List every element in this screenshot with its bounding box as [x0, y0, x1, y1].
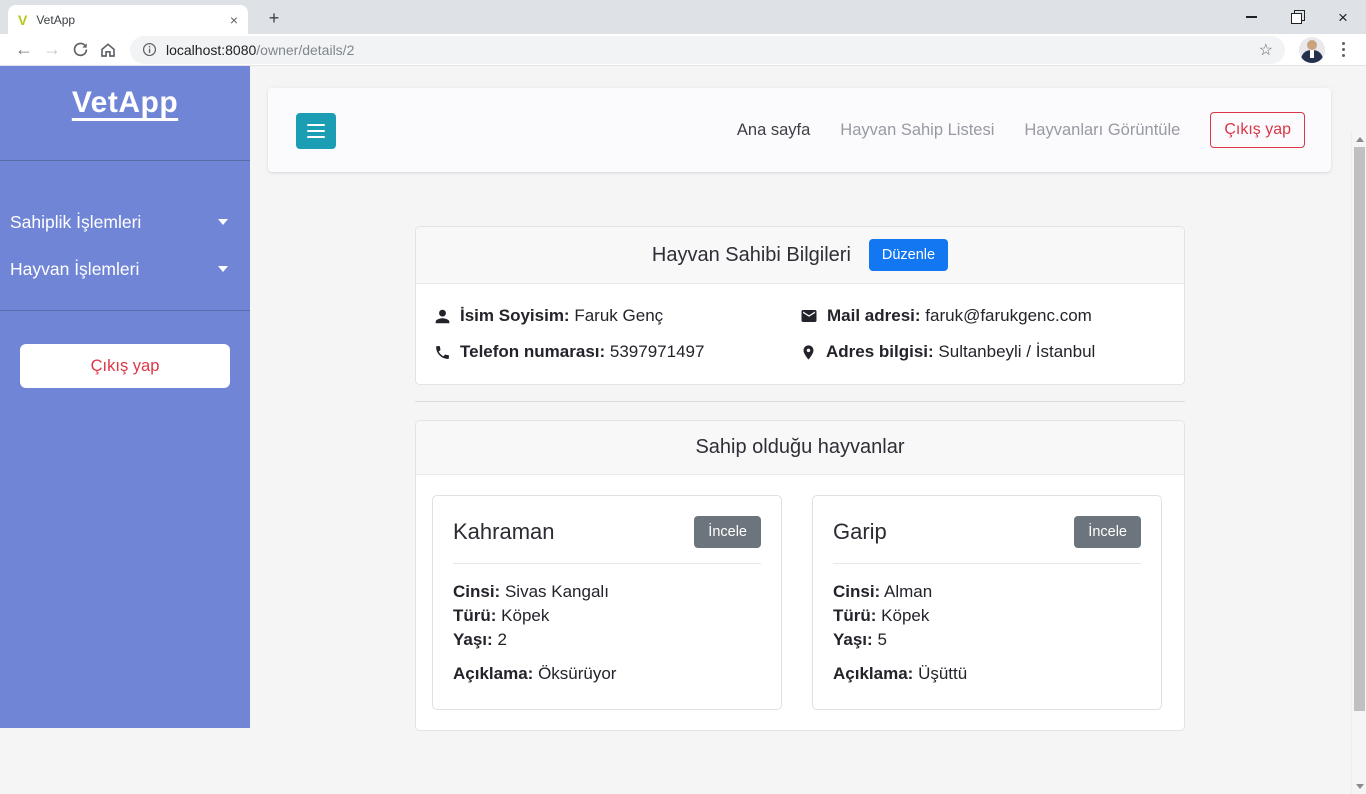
owner-mail-row: Mail adresi: faruk@farukgenc.com — [800, 306, 1166, 326]
owner-phone-row: Telefon numarası: 5397971497 — [434, 342, 800, 362]
sidebar-app-title[interactable]: VetApp — [0, 86, 250, 120]
field-text: Telefon numarası: 5397971497 — [460, 342, 705, 361]
tab-close-icon[interactable]: × — [230, 13, 238, 27]
chevron-down-icon — [218, 219, 228, 225]
owner-address-row: Adres bilgisi: Sultanbeyli / İstanbul — [800, 342, 1166, 362]
pets-card-header: Sahip olduğu hayvanlar — [416, 421, 1184, 475]
pets-card: Sahip olduğu hayvanlar Kahraman İncele C… — [415, 420, 1185, 731]
main-area: Ana sayfa Hayvan Sahip Listesi Hayvanlar… — [250, 66, 1351, 731]
pet-desc-row: Açıklama: Öksürüyor — [453, 664, 617, 683]
sidebar-item-label: Hayvan İşlemleri — [10, 258, 140, 279]
scrollbar-thumb[interactable] — [1354, 147, 1365, 711]
pets-card-title: Sahip olduğu hayvanlar — [695, 436, 905, 458]
field-text: İsim Soyisim: Faruk Genç — [460, 306, 664, 325]
pet-desc-row: Açıklama: Üşüttü — [833, 664, 968, 683]
vetapp-favicon-icon: V — [18, 11, 28, 28]
field-text: Adres bilgisi: Sultanbeyli / İstanbul — [826, 342, 1096, 361]
pet-breed-row: Cinsi: Alman — [833, 582, 933, 601]
new-tab-button[interactable]: + — [260, 6, 288, 30]
owner-name-row: İsim Soyisim: Faruk Genç — [434, 306, 800, 326]
chevron-down-icon — [218, 266, 228, 272]
sidebar-item-hayvan-islemleri[interactable]: Hayvan İşlemleri — [0, 251, 250, 287]
sidebar-item-label: Sahiplik İşlemleri — [10, 211, 142, 232]
top-navbar: Ana sayfa Hayvan Sahip Listesi Hayvanlar… — [268, 88, 1331, 172]
browser-toolbar: ← → localhost:8080/owner/details/2 ☆ — [0, 34, 1366, 66]
home-icon[interactable] — [94, 36, 122, 64]
pet-type-row: Türü: Köpek — [833, 606, 930, 625]
pet-breed-row: Cinsi: Sivas Kangalı — [453, 582, 609, 601]
navbar-logout-button[interactable]: Çıkış yap — [1210, 112, 1305, 148]
address-bar[interactable]: localhost:8080/owner/details/2 ☆ — [130, 35, 1285, 64]
scroll-down-icon[interactable] — [1352, 779, 1366, 794]
navbar-links: Ana sayfa Hayvan Sahip Listesi Hayvanlar… — [737, 88, 1305, 172]
section-divider — [415, 401, 1185, 402]
forward-icon[interactable]: → — [38, 36, 66, 64]
mail-icon — [801, 310, 817, 322]
pet-age-row: Yaşı: 2 — [453, 630, 507, 649]
minimize-button[interactable] — [1228, 0, 1274, 34]
content-container: Hayvan Sahibi Bilgileri Düzenle İsim Soy… — [415, 226, 1185, 731]
sidebar-divider — [0, 160, 250, 161]
sidebar-toggle-button[interactable] — [296, 113, 336, 149]
nav-link-ana-sayfa[interactable]: Ana sayfa — [737, 121, 810, 140]
tab-title: VetApp — [36, 12, 76, 27]
browser-tab[interactable]: V VetApp × — [8, 5, 248, 34]
owner-info-card: Hayvan Sahibi Bilgileri Düzenle İsim Soy… — [415, 226, 1185, 385]
pet-card-garip: Garip İncele Cinsi: Alman Türü: Köpek Ya… — [812, 495, 1162, 710]
nav-link-hayvanlari-goruntule[interactable]: Hayvanları Görüntüle — [1024, 121, 1180, 140]
refresh-icon[interactable] — [66, 36, 94, 64]
pet-name: Kahraman — [453, 519, 555, 544]
sidebar-divider — [0, 310, 250, 311]
owner-card-body: İsim Soyisim: Faruk Genç Mail adresi: fa… — [416, 284, 1184, 384]
restore-icon — [1291, 10, 1305, 24]
user-icon — [435, 309, 450, 323]
bookmark-star-icon[interactable]: ☆ — [1259, 40, 1273, 60]
owner-card-title: Hayvan Sahibi Bilgileri — [651, 243, 851, 266]
inspect-pet-button[interactable]: İncele — [1074, 516, 1141, 548]
browser-menu-icon[interactable] — [1334, 42, 1352, 57]
edit-owner-button[interactable]: Düzenle — [868, 239, 949, 271]
hamburger-icon — [307, 123, 325, 127]
profile-avatar[interactable] — [1299, 36, 1325, 63]
window-controls: × — [1228, 0, 1366, 34]
page-content: VetApp Sahiplik İşlemleri Hayvan İşlemle… — [0, 66, 1366, 794]
phone-icon — [436, 345, 449, 359]
minimize-icon — [1245, 16, 1257, 18]
scroll-up-icon[interactable] — [1352, 132, 1366, 147]
pet-card-kahraman: Kahraman İncele Cinsi: Sivas Kangalı Tür… — [432, 495, 782, 710]
sidebar-logout-button[interactable]: Çıkış yap — [20, 344, 230, 388]
close-button[interactable]: × — [1320, 0, 1366, 34]
pet-card-divider — [453, 563, 761, 564]
pet-card-divider — [833, 563, 1141, 564]
sidebar: VetApp Sahiplik İşlemleri Hayvan İşlemle… — [0, 66, 250, 728]
back-icon[interactable]: ← — [10, 36, 38, 64]
restore-button[interactable] — [1274, 0, 1320, 34]
url-host: localhost:8080 — [166, 41, 257, 58]
pet-name: Garip — [833, 519, 887, 544]
nav-link-hayvan-sahip-listesi[interactable]: Hayvan Sahip Listesi — [840, 121, 994, 140]
map-pin-icon — [803, 344, 814, 360]
browser-tab-strip: V VetApp × + × — [0, 0, 1366, 34]
site-info-icon[interactable] — [142, 42, 157, 57]
pets-card-body: Kahraman İncele Cinsi: Sivas Kangalı Tür… — [416, 475, 1184, 730]
inspect-pet-button[interactable]: İncele — [694, 516, 761, 548]
owner-card-header: Hayvan Sahibi Bilgileri Düzenle — [416, 227, 1184, 284]
page-scrollbar[interactable] — [1351, 132, 1366, 794]
sidebar-item-sahiplik-islemleri[interactable]: Sahiplik İşlemleri — [0, 204, 250, 240]
url-path: /owner/details/2 — [256, 41, 355, 58]
field-text: Mail adresi: faruk@farukgenc.com — [827, 306, 1092, 325]
pet-type-row: Türü: Köpek — [453, 606, 550, 625]
pet-age-row: Yaşı: 5 — [833, 630, 887, 649]
